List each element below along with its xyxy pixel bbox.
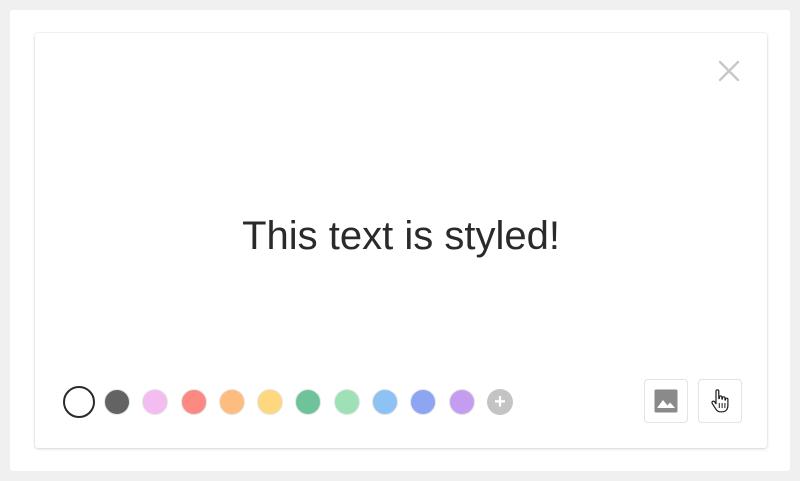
color-swatch-pink[interactable] bbox=[142, 389, 169, 415]
color-swatch-purple[interactable] bbox=[448, 389, 475, 415]
color-swatch-yellow[interactable] bbox=[257, 389, 284, 415]
image-button[interactable] bbox=[644, 379, 688, 423]
color-palette: + bbox=[63, 386, 513, 418]
color-swatch-green[interactable] bbox=[295, 389, 322, 415]
styled-text-card: This text is styled! + bbox=[35, 33, 767, 448]
color-swatch-light-green[interactable] bbox=[333, 389, 360, 415]
gesture-button[interactable] bbox=[698, 379, 742, 423]
color-swatch-red[interactable] bbox=[180, 389, 207, 415]
styled-text: This text is styled! bbox=[242, 214, 560, 258]
close-button[interactable] bbox=[717, 59, 741, 83]
image-icon bbox=[654, 389, 678, 413]
color-swatch-blue[interactable] bbox=[410, 389, 437, 415]
color-swatch-dark-gray[interactable] bbox=[104, 389, 130, 415]
add-color-button[interactable]: + bbox=[486, 389, 513, 415]
color-swatch-orange[interactable] bbox=[218, 389, 245, 415]
close-icon bbox=[718, 60, 740, 82]
color-swatch-white[interactable] bbox=[63, 386, 95, 418]
hand-pointer-icon bbox=[711, 389, 729, 413]
color-swatch-light-blue[interactable] bbox=[372, 389, 399, 415]
